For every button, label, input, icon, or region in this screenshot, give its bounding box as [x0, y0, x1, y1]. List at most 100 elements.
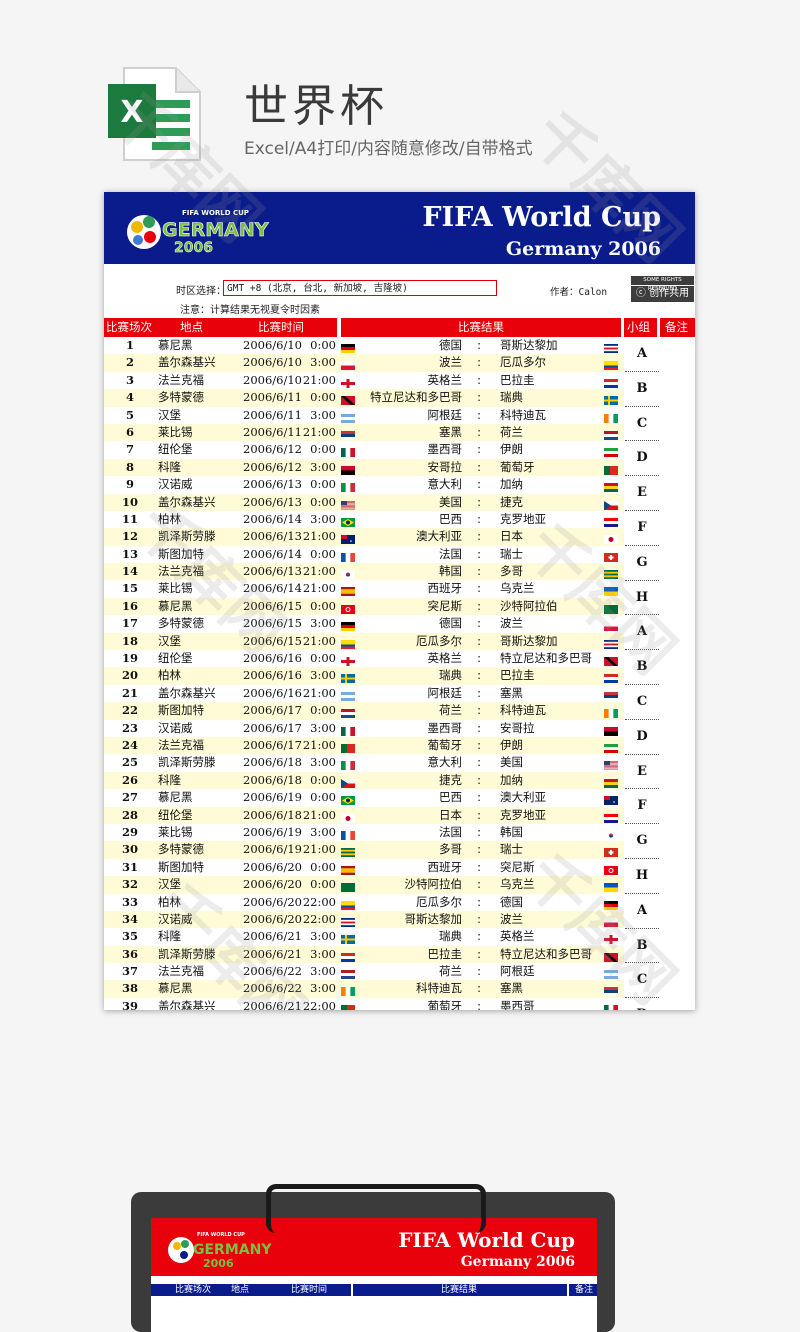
match-row: 3 法兰克福 2006/6/10 21:00 英格兰: 巴拉圭: [104, 372, 695, 389]
cc-rights-text: SOME RIGHTS RESERVED: [631, 276, 694, 292]
match-number: 25: [121, 755, 138, 770]
match-number: 1: [125, 338, 134, 352]
away-flag-icon: [604, 811, 618, 823]
home-flag-icon: [341, 567, 355, 580]
home-team: 波兰: [439, 355, 462, 370]
match-venue: 多特蒙德: [158, 616, 204, 631]
away-team: 厄瓜多尔: [500, 355, 546, 370]
score-separator: :: [477, 894, 481, 909]
match-time: 21:00: [302, 807, 336, 822]
match-row: 28 纽伦堡 2006/6/18 21:00 日本: 克罗地亚: [104, 806, 695, 824]
home-team: 多哥: [439, 842, 462, 857]
match-date: 2006/6/14: [243, 511, 302, 526]
away-flag-icon: [604, 567, 618, 580]
match-venue: 慕尼黑: [158, 338, 193, 352]
match-date: 2006/6/15: [243, 616, 302, 631]
home-flag-icon: [341, 1002, 355, 1010]
home-flag-icon: [341, 758, 356, 771]
home-flag-icon: [341, 341, 355, 354]
home-flag-icon: [341, 393, 355, 406]
match-date: 2006/6/13: [243, 477, 302, 492]
match-time: 21:00: [302, 633, 336, 648]
group-label: B: [625, 929, 659, 964]
match-number: 12: [121, 529, 138, 544]
home-team: 巴西: [439, 511, 462, 526]
away-flag-icon: [604, 915, 618, 928]
match-time: 3:00: [310, 755, 336, 770]
home-flag-icon: [341, 654, 355, 667]
home-flag-icon: [341, 498, 355, 509]
match-row: 27 慕尼黑 2006/6/19 0:00 巴西: 澳大利亚: [104, 789, 695, 806]
away-team: 哥斯达黎加: [500, 338, 558, 352]
match-number: 33: [121, 894, 138, 909]
score-separator: :: [477, 546, 481, 561]
home-flag-icon: [341, 898, 355, 910]
clipboard-clip: [266, 1184, 486, 1233]
match-venue: 汉诺威: [158, 720, 193, 735]
match-row: 30 多特蒙德 2006/6/19 21:00 多哥: 瑞士: [104, 841, 695, 859]
match-venue: 斯图加特: [158, 859, 204, 874]
match-number: 7: [125, 442, 134, 457]
match-venue: 盖尔森基兴: [158, 685, 216, 700]
away-flag-icon: [604, 967, 618, 980]
home-flag-icon: [341, 689, 355, 702]
preview-col: 比赛结果: [441, 1285, 478, 1295]
match-time: 21:00: [302, 424, 336, 439]
match-date: 2006/6/17: [243, 703, 302, 718]
match-date: 2006/6/22: [243, 981, 302, 996]
match-row: 13 斯图加特 2006/6/14 0:00 法国: 瑞士: [104, 546, 695, 563]
home-team: 荷兰: [439, 703, 462, 718]
group-label: G: [625, 546, 659, 581]
match-time: 3:00: [310, 668, 336, 683]
preview-col: 备注: [575, 1285, 594, 1295]
match-number: 37: [121, 964, 138, 979]
match-row: 4 多特蒙德 2006/6/11 0:00 特立尼达和多巴哥: 瑞典: [104, 389, 695, 407]
match-venue: 法兰克福: [158, 564, 204, 579]
match-number: 20: [121, 668, 138, 683]
dst-note: 注意：计算结果无视夏令时因素: [180, 305, 320, 316]
group-label: C: [625, 685, 659, 720]
score-separator: :: [477, 824, 481, 839]
match-venue: 纽伦堡: [158, 807, 193, 822]
group-label: B: [625, 372, 659, 407]
match-time: 0:00: [310, 877, 336, 892]
creative-commons-badge[interactable]: SOME RIGHTS RESERVED ⓒ 创作共用: [631, 276, 694, 302]
svg-text:X: X: [120, 95, 143, 130]
match-row: 18 汉堡 2006/6/15 21:00 厄瓜多尔: 哥斯达黎加: [104, 632, 695, 651]
match-date: 2006/6/15: [243, 598, 302, 613]
home-flag-icon: [341, 776, 355, 788]
match-venue: 盖尔森基兴: [158, 355, 216, 370]
match-row: 19 纽伦堡 2006/6/16 0:00 英格兰: 特立尼达和多巴哥: [104, 650, 695, 667]
match-number: 9: [125, 477, 134, 492]
match-date: 2006/6/19: [243, 824, 302, 839]
group-label: B: [625, 650, 659, 685]
score-separator: :: [477, 616, 481, 631]
away-flag-icon: [604, 793, 618, 806]
match-row: 17 多特蒙德 2006/6/15 3:00 德国: 波兰: [104, 615, 695, 632]
match-time: 0:00: [310, 390, 336, 405]
match-time: 0:00: [310, 598, 336, 613]
home-flag-icon: [341, 358, 355, 371]
away-team: 德国: [500, 894, 523, 909]
away-flag-icon: [604, 532, 618, 545]
preview-paper: FIFA WORLD CUP GERMANY 2006 FIFA World C…: [151, 1218, 597, 1332]
match-number: 21: [121, 685, 138, 700]
home-team: 安哥拉: [427, 459, 463, 474]
away-team: 巴拉圭: [500, 668, 535, 683]
home-flag-icon: [341, 445, 356, 458]
match-number: 26: [121, 772, 138, 787]
match-row: 26 科隆 2006/6/18 0:00 捷克: 加纳: [104, 771, 695, 790]
match-time: 3:00: [310, 964, 336, 979]
match-row: 20 柏林 2006/6/16 3:00 瑞典: 巴拉圭: [104, 667, 695, 685]
match-time: 21:00: [302, 564, 336, 579]
away-team: 澳大利亚: [500, 790, 546, 805]
home-team: 巴拉圭: [427, 946, 463, 961]
match-row: 8 科隆 2006/6/12 3:00 安哥拉: 葡萄牙: [104, 458, 695, 477]
match-row: 29 莱比锡 2006/6/19 3:00 法国: 韩国: [104, 824, 695, 841]
score-separator: :: [477, 459, 481, 474]
home-team: 突尼斯: [427, 598, 463, 613]
match-time: 3:00: [310, 824, 336, 839]
away-flag-icon: [604, 828, 618, 840]
timezone-select[interactable]: GMT +8 (北京, 台北, 新加坡, 吉隆坡): [223, 280, 497, 296]
home-flag-icon: [341, 932, 355, 945]
